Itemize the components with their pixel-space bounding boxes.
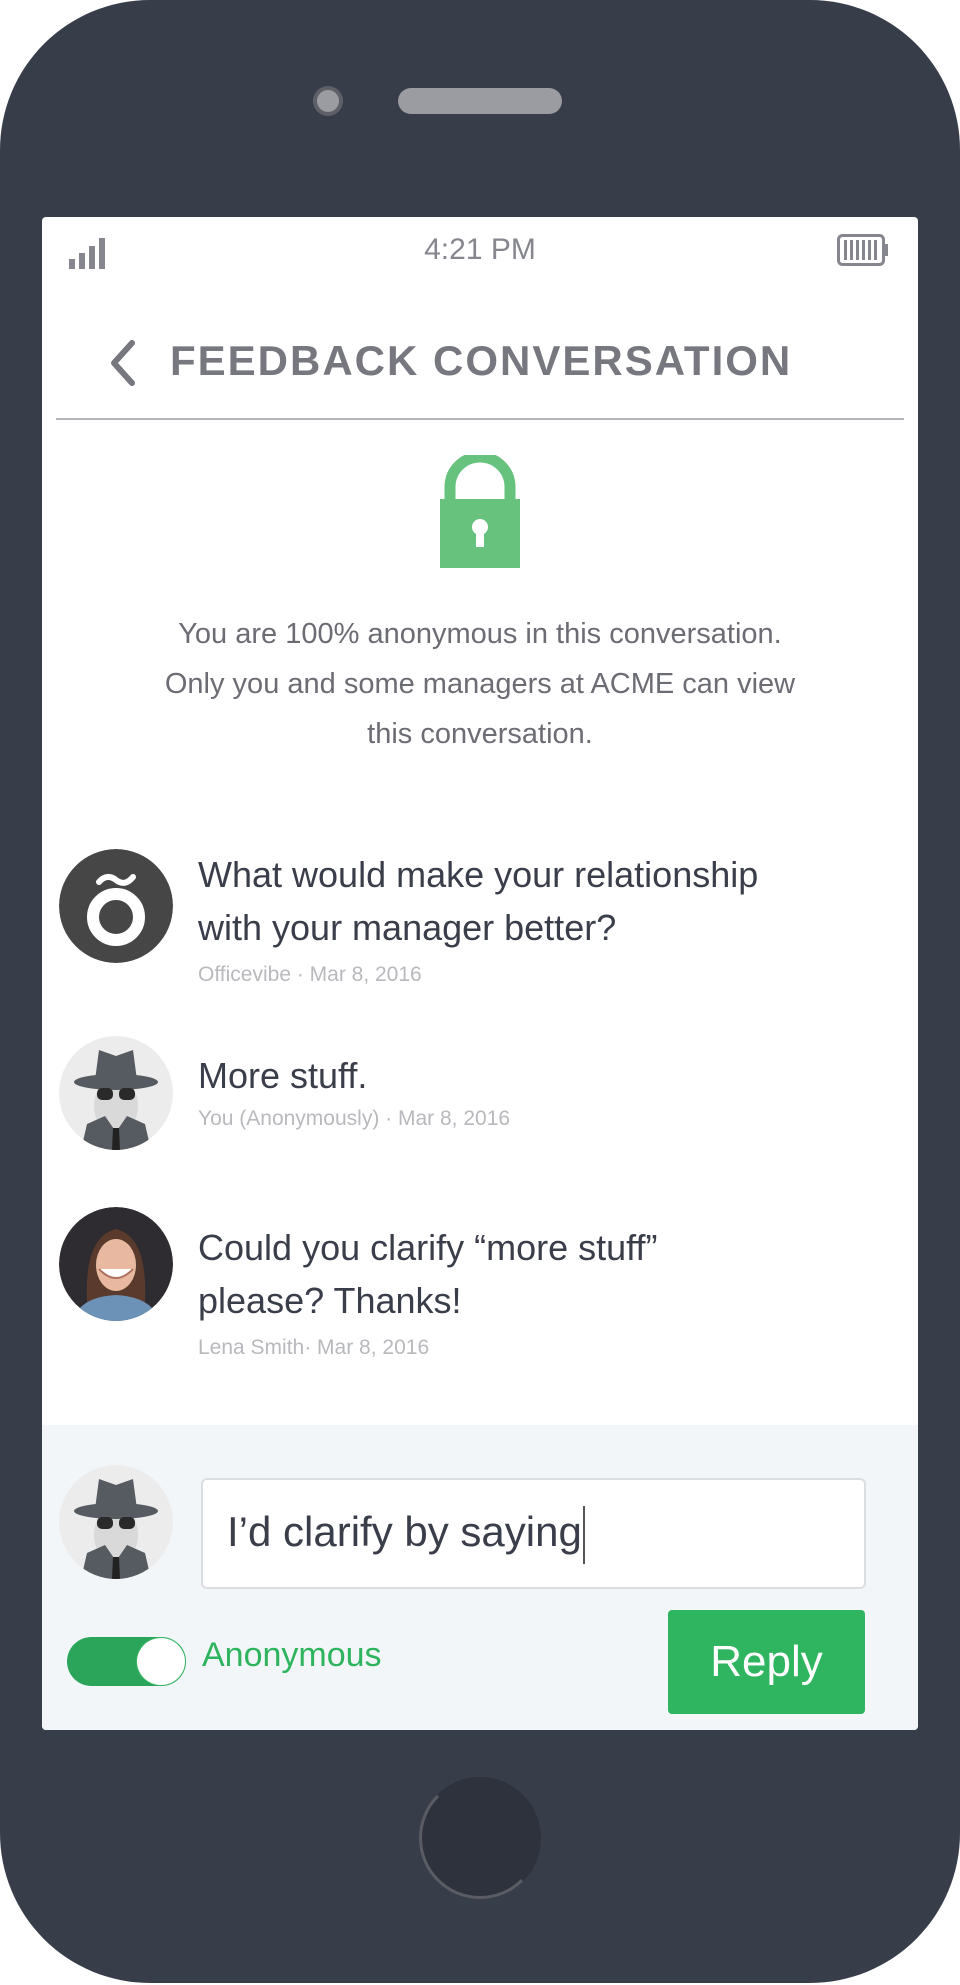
battery-icon [837, 234, 888, 266]
message-line: What would make your relationship [198, 854, 759, 895]
camera-icon [313, 86, 343, 116]
reply-input-value: I’d clarify by saying [227, 1508, 582, 1556]
message-text: More stuff. [198, 1055, 368, 1096]
lock-icon [440, 455, 520, 568]
speaker-grille [398, 88, 562, 114]
message-line: please? Thanks! [198, 1280, 462, 1321]
message-line: with your manager better? [198, 907, 617, 948]
anonymous-avatar [59, 1465, 173, 1579]
page-title: FEEDBACK CONVERSATION [170, 337, 793, 384]
message-meta: Lena Smith· Mar 8, 2016 [198, 1336, 430, 1359]
message-meta: You (Anonymously) · Mar 8, 2016 [198, 1107, 511, 1130]
phone-frame: 4:21 PM FEEDBACK CONVERSATION You are 10… [0, 0, 960, 1983]
message-meta: Officevibe · Mar 8, 2016 [198, 963, 422, 986]
chevron-left-icon[interactable] [108, 339, 138, 387]
message-line: Could you clarify “more stuff” [198, 1227, 658, 1268]
message-text: What would make your relationship with y… [198, 848, 758, 954]
home-button[interactable] [419, 1777, 541, 1899]
status-time: 4:21 PM [424, 233, 536, 266]
header-divider [56, 418, 904, 420]
reply-input[interactable]: I’d clarify by saying [201, 1478, 866, 1589]
text-cursor [582, 1506, 585, 1564]
notice-line: Only you and some managers at ACME can v… [164, 668, 796, 700]
anonymous-toggle[interactable] [67, 1637, 186, 1686]
message-text: Could you clarify “more stuff” please? T… [198, 1221, 658, 1327]
notice-line: this conversation. [367, 718, 593, 750]
notice-line: You are 100% anonymous in this conversat… [178, 618, 782, 650]
screen: 4:21 PM FEEDBACK CONVERSATION You are 10… [42, 217, 918, 1730]
lena-smith-avatar [59, 1207, 173, 1321]
officevibe-avatar [59, 849, 173, 963]
anonymity-notice: You are 100% anonymous in this conversat… [42, 609, 918, 759]
anonymous-label: Anonymous [202, 1636, 382, 1674]
reply-button[interactable]: Reply [668, 1610, 865, 1714]
toggle-knob [136, 1637, 186, 1686]
anonymous-avatar [59, 1036, 173, 1150]
